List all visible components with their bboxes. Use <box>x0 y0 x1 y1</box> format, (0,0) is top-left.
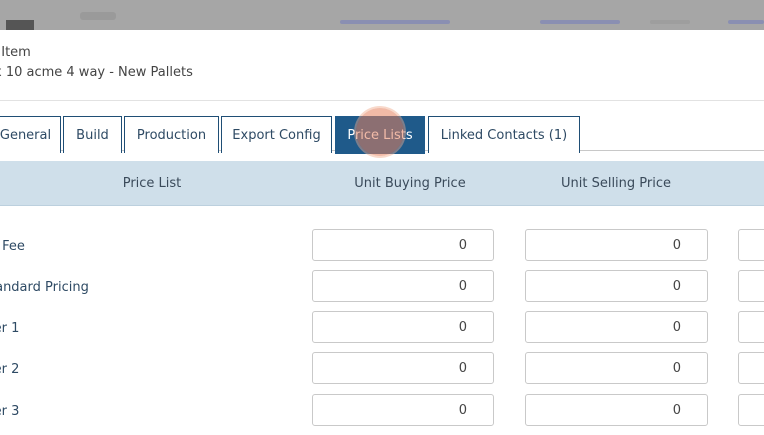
table-row: ier 2 <box>0 352 764 393</box>
tab-production[interactable]: Production <box>124 116 219 153</box>
background-bar <box>540 20 620 24</box>
extra-price-input[interactable] <box>738 311 764 343</box>
unit-selling-price-input[interactable] <box>525 311 708 343</box>
background-logo <box>6 20 34 30</box>
edit-item-modal: t Item x 10 acme 4 way - New Pallets Gen… <box>0 30 764 426</box>
unit-buying-price-input[interactable] <box>312 394 494 426</box>
modal-header: t Item x 10 acme 4 way - New Pallets <box>0 30 764 101</box>
unit-selling-price-input[interactable] <box>525 394 708 426</box>
price-list-name: ier 2 <box>0 362 20 377</box>
table-row: o Fee <box>0 229 764 270</box>
background-bar <box>650 20 690 24</box>
extra-price-input[interactable] <box>738 394 764 426</box>
price-list-name: ier 1 <box>0 321 20 336</box>
price-list-name: tandard Pricing <box>0 280 89 295</box>
unit-selling-price-input[interactable] <box>525 270 708 302</box>
column-header-unit-selling-price: Unit Selling Price <box>560 175 672 191</box>
modal-title: t Item <box>0 45 31 60</box>
background-bar <box>728 20 764 24</box>
background-element <box>80 12 116 20</box>
background-overlay <box>0 0 764 30</box>
tab-general[interactable]: General <box>0 116 61 153</box>
extra-price-input[interactable] <box>738 352 764 384</box>
background-bar <box>340 20 450 24</box>
unit-buying-price-input[interactable] <box>312 352 494 384</box>
unit-buying-price-input[interactable] <box>312 311 494 343</box>
extra-price-input[interactable] <box>738 270 764 302</box>
table-row: tandard Pricing <box>0 270 764 311</box>
tab-price-lists[interactable]: Price Lists <box>335 116 425 154</box>
unit-buying-price-input[interactable] <box>312 270 494 302</box>
unit-selling-price-input[interactable] <box>525 229 708 261</box>
modal-subtitle: x 10 acme 4 way - New Pallets <box>0 65 193 80</box>
tab-bar: General Build Production Export Config P… <box>0 116 764 154</box>
tab-export-config[interactable]: Export Config <box>221 116 332 153</box>
price-table-header: Price List Unit Buying Price Unit Sellin… <box>0 161 764 206</box>
table-row: ier 3 <box>0 394 764 435</box>
extra-price-input[interactable] <box>738 229 764 261</box>
table-row: ier 1 <box>0 311 764 352</box>
unit-buying-price-input[interactable] <box>312 229 494 261</box>
unit-selling-price-input[interactable] <box>525 352 708 384</box>
column-header-price-list: Price List <box>122 175 182 191</box>
price-list-name: ier 3 <box>0 404 20 419</box>
column-header-unit-buying-price: Unit Buying Price <box>354 175 466 191</box>
price-list-name: o Fee <box>0 239 25 254</box>
tab-build[interactable]: Build <box>63 116 122 153</box>
tab-linked-contacts[interactable]: Linked Contacts (1) <box>428 116 580 153</box>
